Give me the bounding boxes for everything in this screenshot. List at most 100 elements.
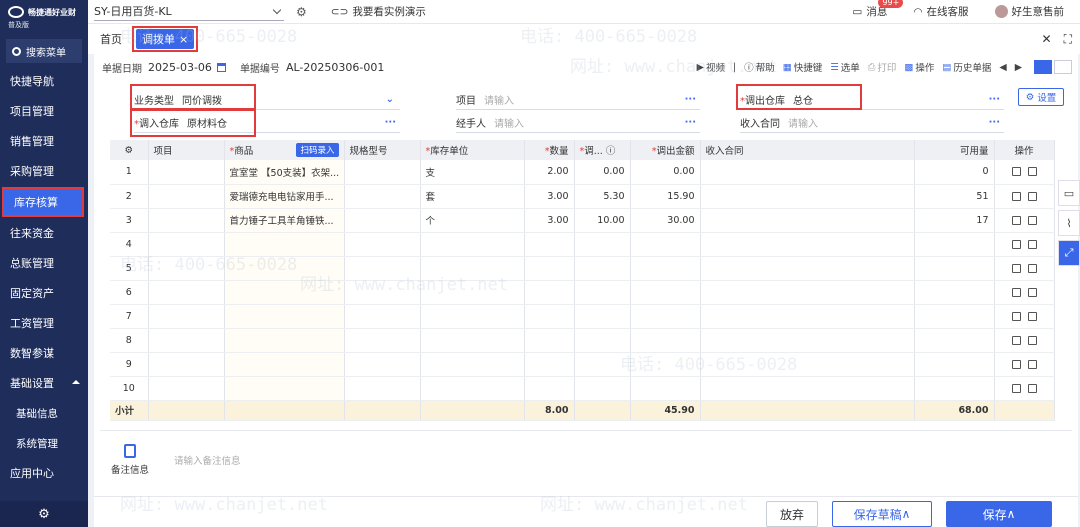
cell-contract[interactable] <box>700 184 915 209</box>
cell-available[interactable]: 51 <box>914 184 995 209</box>
cell-unit[interactable]: 支 <box>420 160 525 185</box>
cell-spec[interactable] <box>344 352 421 377</box>
close-all-tabs-icon[interactable]: ✕ <box>1042 32 1052 47</box>
cell-contract[interactable] <box>700 280 915 305</box>
delete-row-icon[interactable] <box>1011 359 1021 369</box>
sidebar-item-project[interactable]: 项目管理 <box>0 96 88 126</box>
expand-icon[interactable]: ⤢ <box>1058 240 1080 266</box>
sidebar-item-sales[interactable]: 销售管理 <box>0 126 88 156</box>
delete-row-icon[interactable] <box>1011 239 1021 249</box>
sidebar-item-system[interactable]: 系统管理 <box>0 428 88 458</box>
cell-amount[interactable] <box>630 280 701 305</box>
date-value[interactable]: 2025-03-06 <box>148 61 212 74</box>
cell-qty[interactable] <box>524 352 575 377</box>
table-row[interactable]: 5 <box>110 256 1055 281</box>
cell-unit[interactable] <box>420 328 525 353</box>
save-button[interactable]: 保存 ∧ <box>946 501 1052 527</box>
cell-price[interactable]: 5.30 <box>574 184 631 209</box>
sidebar-item-app-center[interactable]: 应用中心 <box>0 458 88 488</box>
cell-qty[interactable] <box>524 376 575 401</box>
print-button[interactable]: ⎙ 打印 <box>868 60 897 75</box>
copy-row-icon[interactable] <box>1027 359 1037 369</box>
cell-spec[interactable] <box>344 328 421 353</box>
next-record-icon[interactable]: ▶ <box>1015 62 1022 73</box>
cell-project[interactable] <box>148 256 225 281</box>
cell-project[interactable] <box>148 328 225 353</box>
help-button[interactable]: ⓘ 帮助 <box>744 60 775 74</box>
cell-project[interactable] <box>148 232 225 257</box>
scan-entry-button[interactable]: 扫码录入 <box>296 143 339 157</box>
sidebar-item-ledger[interactable]: 总账管理 <box>0 248 88 278</box>
cell-unit[interactable] <box>420 376 525 401</box>
online-service-button[interactable]: ◠ 在线客服 <box>913 4 968 19</box>
cell-amount[interactable]: 15.90 <box>630 184 701 209</box>
table-row[interactable]: 2 爱瑞德充电电钻家用手... 套 3.00 5.30 15.90 51 <box>110 184 1055 209</box>
cell-spec[interactable] <box>344 208 421 233</box>
column-settings-icon[interactable]: ⚙ <box>110 140 149 160</box>
view-card-icon[interactable] <box>1054 60 1072 74</box>
more-icon[interactable]: ··· <box>989 117 1000 128</box>
cell-available[interactable] <box>914 304 995 329</box>
view-list-icon[interactable] <box>1034 60 1052 74</box>
messages-button[interactable]: ▭ 消息 99+ <box>852 0 904 19</box>
cell-unit[interactable] <box>420 280 525 305</box>
account-selector[interactable]: SY-日用百货-KL <box>94 3 284 21</box>
cell-product[interactable] <box>224 256 345 281</box>
delete-row-icon[interactable] <box>1011 191 1021 201</box>
cell-contract[interactable] <box>700 160 915 185</box>
sidebar-item-fixed-assets[interactable]: 固定资产 <box>0 278 88 308</box>
cell-qty[interactable]: 3.00 <box>524 208 575 233</box>
handler-input[interactable]: 请输入 <box>494 115 524 130</box>
fullscreen-icon[interactable]: ⛶ <box>1064 32 1072 47</box>
prev-record-icon[interactable]: ◀ <box>999 62 1006 73</box>
cell-qty[interactable] <box>524 256 575 281</box>
copy-row-icon[interactable] <box>1027 335 1037 345</box>
demo-link[interactable]: ⊂⊃ 我要看实例演示 <box>331 4 426 19</box>
cell-amount[interactable] <box>630 352 701 377</box>
history-button[interactable]: ▤ 历史单据 <box>942 60 991 75</box>
cell-product[interactable] <box>224 304 345 329</box>
cell-available[interactable]: 0 <box>914 160 995 185</box>
chevron-down-icon[interactable]: ⌄ <box>386 94 394 105</box>
sidebar-item-quick-nav[interactable]: 快捷导航 <box>0 66 88 96</box>
cell-product[interactable] <box>224 280 345 305</box>
table-row[interactable]: 3 首力锤子工具羊角锤铁... 个 3.00 10.00 30.00 17 <box>110 208 1055 233</box>
delete-row-icon[interactable] <box>1011 383 1021 393</box>
delete-row-icon[interactable] <box>1011 263 1021 273</box>
cell-price[interactable]: 0.00 <box>574 160 631 185</box>
table-row[interactable]: 1 宜室堂 【50支装】衣架... 支 2.00 0.00 0.00 0 <box>110 160 1055 185</box>
project-field[interactable]: 项目 请输入 ··· <box>456 88 700 110</box>
select-button[interactable]: ☰ 选单 <box>830 60 860 75</box>
delete-row-icon[interactable] <box>1011 215 1021 225</box>
cell-available[interactable] <box>914 328 995 353</box>
cell-contract[interactable] <box>700 256 915 281</box>
cell-available[interactable] <box>914 256 995 281</box>
cell-contract[interactable] <box>700 208 915 233</box>
more-icon[interactable]: ··· <box>685 117 696 128</box>
sidebar-item-settings-group[interactable]: 基础设置 <box>0 368 88 398</box>
copy-row-icon[interactable] <box>1027 167 1037 177</box>
cell-project[interactable] <box>148 280 225 305</box>
table-row[interactable]: 6 <box>110 280 1055 305</box>
cell-contract[interactable] <box>700 328 915 353</box>
copy-row-icon[interactable] <box>1027 215 1037 225</box>
cell-project[interactable] <box>148 184 225 209</box>
handler-field[interactable]: 经手人 请输入 ··· <box>456 111 700 133</box>
sidebar-item-payroll[interactable]: 工资管理 <box>0 308 88 338</box>
cell-project[interactable] <box>148 376 225 401</box>
cell-price[interactable]: 10.00 <box>574 208 631 233</box>
cell-project[interactable] <box>148 160 225 185</box>
cell-price[interactable] <box>574 304 631 329</box>
contract-field[interactable]: 收入合同 请输入 ··· <box>740 111 1004 133</box>
tab-transfer-order[interactable]: 调拨单 × <box>136 29 195 49</box>
note-input[interactable]: 请输入备注信息 <box>174 453 241 467</box>
cell-qty[interactable]: 2.00 <box>524 160 575 185</box>
sidebar-item-purchase[interactable]: 采购管理 <box>0 156 88 186</box>
cell-unit[interactable] <box>420 256 525 281</box>
cell-spec[interactable] <box>344 232 421 257</box>
cell-price[interactable] <box>574 376 631 401</box>
cell-amount[interactable]: 30.00 <box>630 208 701 233</box>
cell-price[interactable] <box>574 256 631 281</box>
cell-contract[interactable] <box>700 304 915 329</box>
cell-available[interactable]: 17 <box>914 208 995 233</box>
